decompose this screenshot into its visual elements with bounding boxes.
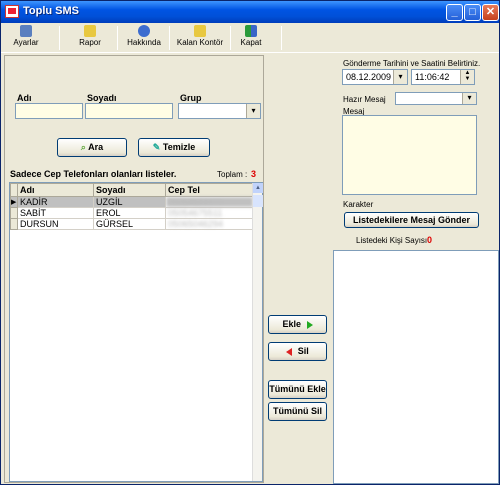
total-label: Toplam : [217, 170, 248, 179]
time-picker[interactable]: 11:06:42 ▲ ▼ [411, 69, 475, 85]
credit-icon [194, 25, 206, 37]
grid-scrollbar[interactable]: ▲ [252, 183, 263, 481]
scroll-thumb[interactable] [253, 195, 263, 207]
exit-icon [245, 25, 257, 37]
cell-phone[interactable]: 05054644470 [165, 196, 254, 208]
cell-surname[interactable]: GÜRSEL [93, 218, 166, 230]
schedule-label: Gönderme Tarihini ve Saatini Belirtiniz. [343, 59, 481, 68]
table-row[interactable]: SABİT EROL 05054675511 [10, 207, 254, 219]
cell-phone[interactable]: 05065046294 [165, 218, 254, 230]
chevron-down-icon: ▾ [246, 104, 260, 118]
recipient-count-value: 0 [427, 235, 433, 245]
table-row[interactable]: ▶ KADİR UZGİL 05054644470 [10, 196, 254, 208]
arrow-left-icon [286, 347, 293, 356]
tool-settings[interactable]: Ayarlar [9, 25, 43, 47]
delete-button-label: Sil [297, 346, 309, 356]
cell-phone[interactable]: 05054675511 [165, 207, 254, 219]
maximize-button[interactable]: □ [464, 4, 481, 21]
date-value: 08.12.2009 [346, 72, 392, 82]
cell-name[interactable]: KADİR [17, 196, 94, 208]
toolbar-separator [230, 26, 231, 50]
cell-name[interactable]: DURSUN [17, 218, 94, 230]
row-header [10, 207, 18, 219]
name-input[interactable] [15, 103, 83, 119]
message-textarea[interactable] [342, 115, 477, 195]
eraser-icon: ✎ [152, 142, 161, 152]
cell-surname[interactable]: UZGİL [93, 196, 166, 208]
add-button-label: Ekle [282, 319, 301, 329]
group-select[interactable]: ▾ [178, 103, 261, 119]
date-picker[interactable]: 08.12.2009 ▾ [342, 69, 408, 85]
search-icon: ⌕ [80, 142, 86, 152]
send-message-button[interactable]: Listedekilere Mesaj Gönder [344, 212, 479, 228]
minimize-button[interactable]: _ [446, 4, 463, 21]
chevron-down-icon: ▾ [462, 93, 476, 104]
tool-about-label: Hakkında [127, 38, 161, 47]
col-header-surname[interactable]: Soyadı [93, 183, 166, 197]
search-button-label: Ara [88, 142, 104, 152]
recipients-list[interactable] [333, 250, 499, 484]
cell-name[interactable]: SABİT [17, 207, 94, 219]
app-icon [5, 5, 19, 18]
toolbar-separator [169, 26, 170, 50]
tool-report[interactable]: Rapor [75, 25, 105, 47]
contacts-grid[interactable]: Adı Soyadı Cep Tel ▶ KADİR UZGİL 0505464… [9, 182, 263, 482]
arrow-right-icon [306, 320, 313, 329]
character-label: Karakter [343, 200, 374, 209]
tool-exit[interactable]: Kapat [237, 25, 265, 47]
row-header [10, 218, 18, 230]
surname-label: Soyadı [87, 93, 117, 103]
chevron-down-icon: ▾ [393, 70, 407, 84]
help-icon [138, 25, 150, 37]
settings-icon [20, 25, 32, 37]
tool-credit-label: Kalan Kontör [176, 38, 224, 47]
contacts-panel: Adı Soyadı Grup ▾ ⌕ Ara ✎ Temizle Sadece… [4, 55, 264, 483]
current-row-icon: ▶ [10, 196, 18, 208]
tool-settings-label: Ayarlar [13, 38, 39, 47]
grid-caption: Sadece Cep Telefonları olanları listeler… [10, 169, 177, 179]
add-all-button[interactable]: Tümünü Ekle [268, 380, 327, 399]
toolbar-separator [281, 26, 282, 50]
window-title: Toplu SMS [23, 5, 80, 17]
col-header-name[interactable]: Adı [17, 183, 94, 197]
table-row[interactable]: DURSUN GÜRSEL 05065046294 [10, 218, 254, 230]
time-value: 11:06:42 [415, 72, 450, 82]
close-button[interactable]: ✕ [482, 4, 499, 21]
clear-button[interactable]: ✎ Temizle [138, 138, 210, 157]
title-bar[interactable]: Toplu SMS _ □ ✕ [1, 1, 499, 23]
scroll-up-icon[interactable]: ▲ [253, 183, 263, 193]
main-window: Toplu SMS _ □ ✕ Ayarlar Rapor Hakkında K… [0, 0, 500, 485]
ready-message-select[interactable]: ▾ [395, 92, 477, 105]
tool-credit[interactable]: Kalan Kontör [173, 25, 227, 47]
search-button[interactable]: ⌕ Ara [57, 138, 127, 157]
row-header-corner [10, 183, 18, 197]
delete-all-button[interactable]: Tümünü Sil [268, 402, 327, 421]
contacts-table: Adı Soyadı Cep Tel ▶ KADİR UZGİL 0505464… [10, 183, 254, 230]
tool-report-label: Rapor [79, 38, 101, 47]
recipient-count-label: Listedeki Kişi Sayısı [356, 236, 428, 245]
toolbar: Ayarlar Rapor Hakkında Kalan Kontör Kapa… [1, 23, 499, 53]
toolbar-separator [117, 26, 118, 50]
cell-surname[interactable]: EROL [93, 207, 166, 219]
add-button[interactable]: Ekle [268, 315, 327, 334]
clear-button-label: Temizle [162, 142, 196, 152]
tool-about[interactable]: Hakkında [123, 25, 165, 47]
delete-button[interactable]: Sil [268, 342, 327, 361]
spinner-icon[interactable]: ▲ ▼ [460, 70, 474, 84]
col-header-phone[interactable]: Cep Tel [165, 183, 254, 197]
group-label: Grup [180, 93, 202, 103]
surname-input[interactable] [85, 103, 173, 119]
report-icon [84, 25, 96, 37]
ready-message-label: Hazır Mesaj [343, 95, 386, 104]
total-value: 3 [251, 169, 257, 179]
name-label: Adı [17, 93, 32, 103]
tool-exit-label: Kapat [240, 38, 262, 47]
toolbar-separator [59, 26, 60, 50]
transfer-panel: Ekle Sil Tümünü Ekle Tümünü Sil [265, 55, 331, 483]
